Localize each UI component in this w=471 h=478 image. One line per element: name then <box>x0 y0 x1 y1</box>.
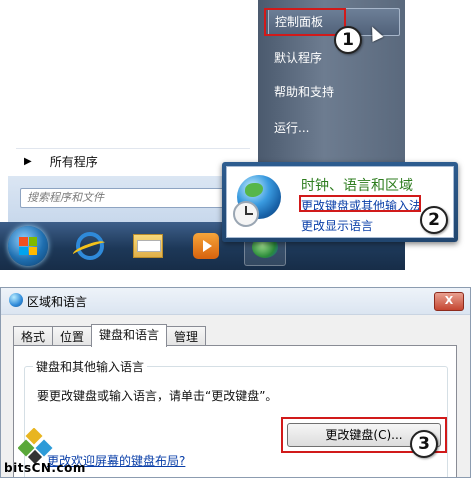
tab-formats[interactable]: 格式 <box>13 326 54 347</box>
all-programs-item[interactable]: ▶ 所有程序 <box>16 148 250 173</box>
step-3-badge: 3 <box>410 430 438 458</box>
control-panel-category-popup: 时钟、语言和区域 更改键盘或其他输入法 更改显示语言 <box>222 162 458 242</box>
group-title: 键盘和其他输入语言 <box>33 358 148 375</box>
step-2-badge: 2 <box>420 206 448 234</box>
start-button[interactable] <box>8 226 48 266</box>
close-button[interactable]: X <box>434 292 464 311</box>
dialog-titlebar: 区域和语言 X <box>1 288 470 315</box>
tab-administrative[interactable]: 管理 <box>166 326 207 347</box>
taskbar-explorer-button[interactable] <box>128 228 168 264</box>
link-change-display-language[interactable]: 更改显示语言 <box>301 217 373 234</box>
folder-icon <box>133 234 163 258</box>
category-title[interactable]: 时钟、语言和区域 <box>301 175 413 195</box>
tab-keyboards-languages[interactable]: 键盘和语言 <box>91 324 168 347</box>
menu-item-help-support[interactable]: 帮助和支持 <box>268 80 398 104</box>
highlight-box-change-keyboard-link <box>299 195 421 212</box>
all-programs-label: 所有程序 <box>49 154 98 169</box>
watermark-text: bitsCN.com <box>4 461 86 475</box>
search-input[interactable]: 搜索程序和文件 <box>20 188 244 208</box>
search-area: 搜索程序和文件 <box>8 176 258 222</box>
group-description: 要更改键盘或输入语言，请单击“更改键盘”。 <box>37 389 278 403</box>
windows-logo-icon <box>19 237 37 255</box>
tab-strip: 格式 位置 键盘和语言 管理 <box>13 324 207 347</box>
region-language-dialog: 区域和语言 X 格式 位置 键盘和语言 管理 键盘和其他输入语言 要更改键盘或输… <box>0 287 471 478</box>
triangle-right-icon: ▶ <box>24 155 32 167</box>
menu-item-default-programs[interactable]: 默认程序 <box>268 46 398 70</box>
clock-icon <box>233 201 259 227</box>
tab-location[interactable]: 位置 <box>52 326 93 347</box>
media-player-icon <box>193 233 219 259</box>
taskbar-ie-button[interactable] <box>70 228 110 264</box>
dialog-title: 区域和语言 <box>27 295 88 309</box>
internet-explorer-icon <box>76 232 104 260</box>
menu-item-run[interactable]: 运行... <box>268 116 398 140</box>
taskbar-media-player-button[interactable] <box>186 228 226 264</box>
globe-icon <box>9 293 23 307</box>
highlight-box-control-panel <box>264 8 346 36</box>
step-1-badge: 1 <box>334 26 362 54</box>
popup-content: 时钟、语言和区域 更改键盘或其他输入法 更改显示语言 <box>226 166 454 238</box>
